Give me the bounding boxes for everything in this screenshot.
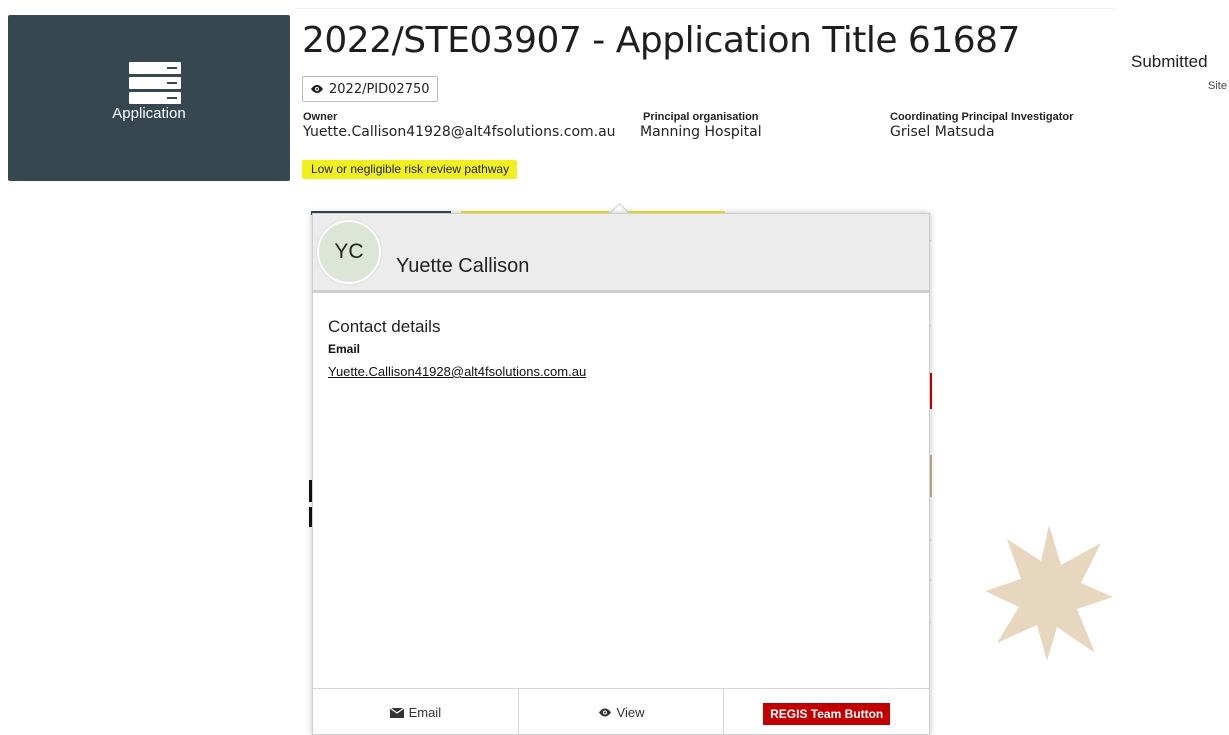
avatar: YC xyxy=(317,220,381,284)
page-title: 2022/STE03907 - Application Title 61687 xyxy=(302,20,1020,61)
eye-icon xyxy=(598,708,611,717)
principal-organisation-value: Manning Hospital xyxy=(640,124,762,140)
envelope-icon xyxy=(389,707,404,718)
view-button[interactable]: View xyxy=(519,689,725,735)
coordinating-pi-value: Grisel Matsuda xyxy=(890,124,995,140)
owner-label: Owner xyxy=(303,111,338,123)
view-button-label: View xyxy=(616,705,645,720)
contact-popover-header: YC Yuette Callison xyxy=(313,214,929,293)
application-tile[interactable]: Application xyxy=(8,15,290,181)
email-link[interactable]: Yuette.Callison41928@alt4fsolutions.com.… xyxy=(328,364,586,379)
eye-icon xyxy=(311,85,323,93)
owner-value[interactable]: Yuette.Callison41928@alt4fsolutions.com.… xyxy=(303,124,616,140)
project-id-text: 2022/PID02750 xyxy=(329,81,430,97)
star-decoration-icon xyxy=(985,525,1113,661)
owner-field: Owner Yuette.Callison41928@alt4fsolution… xyxy=(303,111,616,140)
regis-team-button[interactable]: REGIS Team Button xyxy=(763,703,891,725)
project-id-badge[interactable]: 2022/PID02750 xyxy=(302,76,438,102)
contact-name: Yuette Callison xyxy=(396,255,530,277)
principal-organisation-field: Principal organisation Manning Hospital xyxy=(640,111,762,140)
coordinating-pi-field: Coordinating Principal Investigator Gris… xyxy=(890,111,1073,140)
regis-team-cell: REGIS Team Button xyxy=(724,689,929,735)
principal-organisation-label: Principal organisation xyxy=(643,111,759,123)
coordinating-pi-label: Coordinating Principal Investigator xyxy=(890,111,1074,123)
contact-popover: YC Yuette Callison Contact details Email… xyxy=(312,213,930,735)
email-label: Email xyxy=(328,342,361,356)
review-pathway-badge: Low or negligible risk review pathway xyxy=(302,160,518,179)
server-stack-icon xyxy=(129,62,181,104)
header-divider xyxy=(295,8,1115,9)
status-text: Submitted xyxy=(1131,52,1208,71)
status-subtext: Site xyxy=(1208,80,1227,92)
contact-details-heading: Contact details xyxy=(328,317,441,336)
application-tile-label: Application xyxy=(112,105,186,122)
email-button-label: Email xyxy=(408,705,442,720)
contact-popover-footer: Email View REGIS Team Button xyxy=(313,688,929,735)
email-button[interactable]: Email xyxy=(313,689,519,735)
